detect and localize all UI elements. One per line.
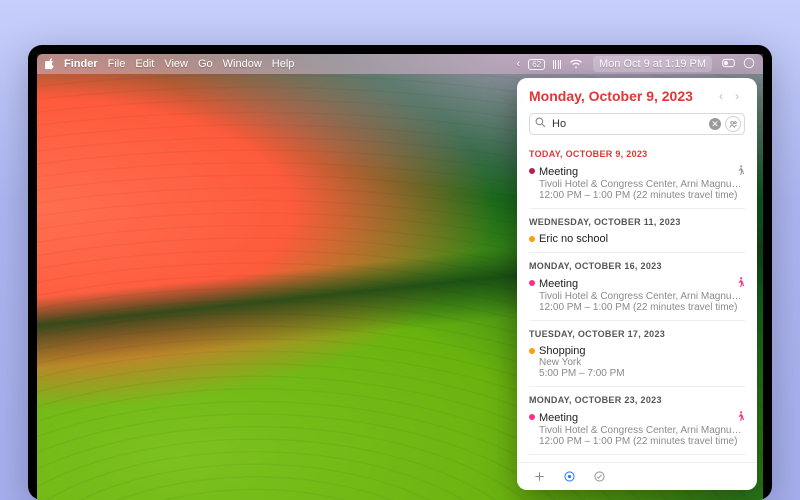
next-day-button[interactable]: › (729, 88, 745, 104)
walking-icon (736, 277, 745, 291)
calendar-widget-panel: Monday, October 9, 2023 ‹ › ✕ TODAY, OCT… (517, 78, 757, 490)
event-location: Tivoli Hotel & Congress Center, Arni Mag… (539, 425, 745, 436)
events-scroll-area[interactable]: TODAY, OCTOBER 9, 2023MeetingTivoli Hote… (517, 141, 757, 462)
event-time: 12:00 PM – 1:00 PM (22 minutes travel ti… (539, 436, 745, 447)
search-row: ✕ (529, 113, 745, 135)
search-icon (535, 115, 546, 133)
event-item[interactable]: ShoppingNew York5:00 PM – 7:00 PM (529, 343, 745, 386)
people-filter-button[interactable] (725, 116, 741, 132)
event-item[interactable]: MeetingTivoli Hotel & Congress Center, A… (529, 275, 745, 320)
event-item[interactable]: MeetingTivoli Hotel & Congress Center, A… (529, 163, 745, 208)
view-check-button[interactable] (591, 469, 607, 485)
section-header: TODAY, OCTOBER 9, 2023 (529, 141, 745, 163)
wifi-icon[interactable] (569, 59, 583, 69)
calendar-dot-icon (529, 168, 535, 174)
tally-icon[interactable] (553, 60, 561, 69)
panel-header: Monday, October 9, 2023 ‹ › (517, 78, 757, 110)
event-time: 12:00 PM – 1:00 PM (22 minutes travel ti… (539, 190, 745, 201)
screen: Finder File Edit View Go Window Help ‹ 6… (37, 54, 763, 500)
event-title: Meeting (539, 412, 736, 424)
battery-status-icon[interactable]: 62 (528, 59, 545, 70)
section-header: MONDAY, OCTOBER 16, 2023 (529, 252, 745, 275)
event-item[interactable]: Eric no school (529, 231, 745, 252)
view-target-button[interactable] (561, 469, 577, 485)
menu-help[interactable]: Help (272, 58, 295, 70)
menu-file[interactable]: File (108, 58, 126, 70)
section-header: MONDAY, OCTOBER 23, 2023 (529, 386, 745, 409)
clear-search-button[interactable]: ✕ (709, 118, 721, 130)
menu-window[interactable]: Window (223, 58, 262, 70)
menu-view[interactable]: View (164, 58, 188, 70)
calendar-dot-icon (529, 280, 535, 286)
app-name[interactable]: Finder (64, 58, 98, 70)
event-location: Tivoli Hotel & Congress Center, Arni Mag… (539, 291, 745, 302)
event-title: Shopping (539, 345, 745, 357)
section-header: TUESDAY, OCTOBER 17, 2023 (529, 320, 745, 343)
walking-icon (736, 411, 745, 425)
section-header: WEDNESDAY, OCTOBER 25, 2023 (529, 454, 745, 462)
menu-go[interactable]: Go (198, 58, 213, 70)
event-item[interactable]: MeetingTivoli Hotel & Congress Center, A… (529, 409, 745, 454)
panel-date-title: Monday, October 9, 2023 (529, 88, 713, 104)
event-time: 12:00 PM – 1:00 PM (22 minutes travel ti… (539, 302, 745, 313)
chevron-left-icon[interactable]: ‹ (517, 58, 521, 70)
control-center-icon[interactable] (722, 58, 735, 71)
prev-day-button[interactable]: ‹ (713, 88, 729, 104)
menu-status-area: ‹ 62 Mon Oct 9 at 1:19 PM (517, 56, 755, 72)
menu-clock[interactable]: Mon Oct 9 at 1:19 PM (593, 56, 712, 72)
menu-edit[interactable]: Edit (135, 58, 154, 70)
event-location: New York (539, 357, 745, 368)
event-title: Meeting (539, 166, 736, 178)
add-event-button[interactable] (531, 469, 547, 485)
event-title: Eric no school (539, 233, 745, 245)
event-location: Tivoli Hotel & Congress Center, Arni Mag… (539, 179, 745, 190)
apple-menu-icon[interactable] (45, 58, 56, 70)
section-header: WEDNESDAY, OCTOBER 11, 2023 (529, 208, 745, 231)
calendar-dot-icon (529, 348, 535, 354)
walking-icon (736, 165, 745, 179)
event-title: Meeting (539, 278, 736, 290)
event-time: 5:00 PM – 7:00 PM (539, 368, 745, 379)
calendar-dot-icon (529, 236, 535, 242)
panel-footer (517, 462, 757, 490)
monitor-frame: Finder File Edit View Go Window Help ‹ 6… (28, 45, 772, 500)
menu-bar: Finder File Edit View Go Window Help ‹ 6… (37, 54, 763, 74)
siri-icon[interactable] (743, 57, 755, 72)
calendar-dot-icon (529, 414, 535, 420)
